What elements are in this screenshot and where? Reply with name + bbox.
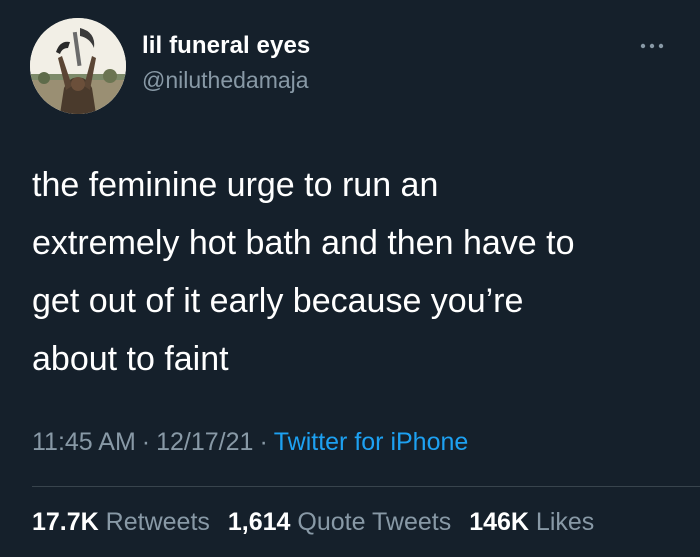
retweets-count: 17.7K: [32, 508, 99, 536]
divider: [32, 486, 700, 487]
tweet-text-line: extremely hot bath and then have to: [32, 224, 575, 262]
likes-stat[interactable]: 146K Likes: [469, 508, 594, 537]
ellipsis-icon: [640, 43, 664, 49]
retweets-stat[interactable]: 17.7K Retweets: [32, 508, 210, 537]
meta-separator: ·: [141, 428, 151, 456]
quote-tweets-count: 1,614: [227, 508, 291, 536]
tweet-card: lil funeral eyes @niluthedamaja the femi…: [0, 0, 700, 557]
quote-tweets-stat[interactable]: 1,614 Quote Tweets: [228, 508, 451, 537]
retweets-label: Retweets: [105, 508, 210, 536]
meta-separator: ·: [259, 428, 268, 456]
tweet-date[interactable]: 12/17/21: [156, 428, 253, 456]
tweet-time[interactable]: 11:45 AM: [32, 428, 136, 456]
tweet-metadata: 11:45 AM · 12/17/21 · Twitter for iPhone: [32, 428, 468, 457]
tweet-stats: 17.7K Retweets 1,614 Quote Tweets 146K Lik…: [32, 508, 612, 537]
tweet-source-link[interactable]: Twitter for iPhone: [274, 428, 469, 456]
display-name[interactable]: lil funeral eyes: [142, 32, 310, 60]
more-options-icon[interactable]: [638, 36, 666, 56]
tweet-text-line: the feminine urge to run an: [32, 166, 439, 204]
profile-avatar[interactable]: [30, 18, 126, 114]
quote-tweets-label: Quote Tweets: [297, 508, 452, 536]
tweet-text: the feminine urge to run an extremely ho…: [32, 156, 672, 388]
tweet-text-line: about to faint: [32, 340, 229, 378]
likes-count: 146K: [469, 508, 529, 536]
likes-label: Likes: [535, 508, 595, 536]
tweet-text-line: get out of it early because you’re: [32, 282, 524, 320]
username-handle[interactable]: @niluthedamaja: [142, 67, 309, 94]
avatar-image: [30, 18, 126, 114]
